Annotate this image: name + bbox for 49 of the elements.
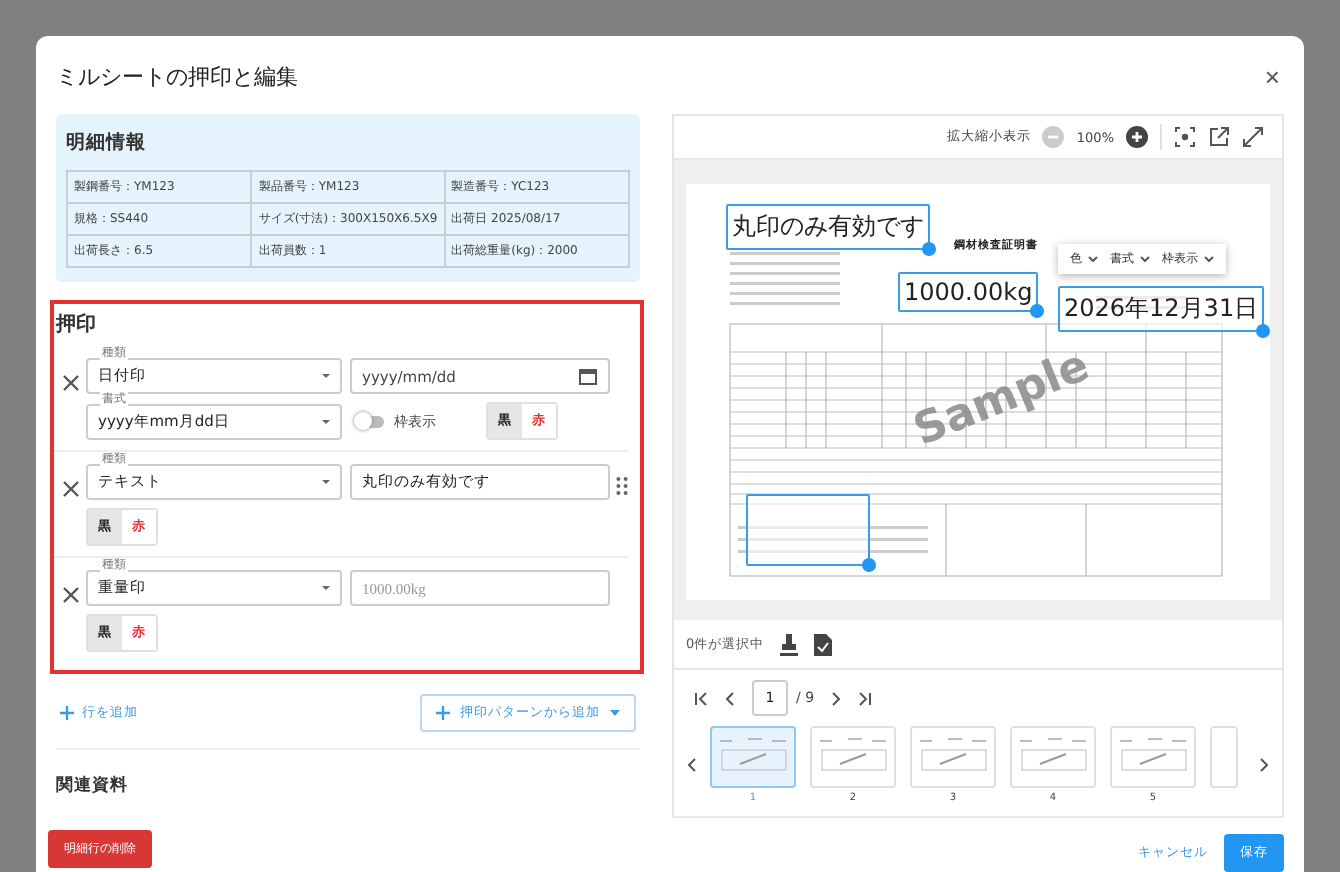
frame-toggle[interactable] xyxy=(358,415,384,427)
chevron-left-icon xyxy=(688,758,696,772)
stamp-overlay[interactable]: 1000.00kg xyxy=(898,272,1039,312)
calendar-icon xyxy=(578,366,598,386)
prev-page-button[interactable] xyxy=(726,691,734,705)
external-link-icon[interactable] xyxy=(1208,126,1230,148)
plus-icon xyxy=(60,706,74,720)
first-page-button[interactable] xyxy=(694,691,708,705)
caret-icon xyxy=(322,586,330,590)
drag-handle-icon[interactable] xyxy=(616,476,628,496)
caret-icon xyxy=(610,710,620,716)
scroll-left-button[interactable] xyxy=(682,758,702,772)
section-title: 関連資料 xyxy=(56,748,640,798)
close-icon xyxy=(61,480,79,498)
page-thumbnail[interactable] xyxy=(710,726,796,788)
next-page-button[interactable] xyxy=(832,691,841,705)
chevron-down-icon xyxy=(1140,256,1150,262)
dialog-title: ミルシートの押印と編集 xyxy=(56,61,298,91)
chevron-right-icon xyxy=(832,691,841,705)
focus-icon[interactable] xyxy=(1174,126,1196,148)
close-icon xyxy=(61,586,79,604)
page-thumbnail[interactable] xyxy=(910,726,996,788)
page-thumbnail[interactable] xyxy=(810,726,896,788)
document-check-icon[interactable] xyxy=(814,633,833,655)
caret-icon xyxy=(322,374,330,378)
page-thumbnail[interactable] xyxy=(1010,726,1096,788)
scroll-right-button[interactable] xyxy=(1254,758,1274,772)
stamp-overlay[interactable]: 2026年12月31日 xyxy=(1058,286,1265,332)
chevron-left-icon xyxy=(726,691,734,705)
chevron-down-icon xyxy=(1204,256,1214,262)
caret-icon xyxy=(322,419,330,423)
section-title: 明細情報 xyxy=(66,130,148,156)
chevron-right-icon xyxy=(1260,758,1268,772)
zoom-in-icon[interactable] xyxy=(1126,126,1148,148)
close-icon xyxy=(61,374,79,392)
first-page-icon xyxy=(694,691,708,705)
caret-icon xyxy=(322,480,330,484)
plus-icon xyxy=(436,706,450,720)
chevron-down-icon xyxy=(1088,256,1098,262)
last-page-icon xyxy=(858,691,873,705)
stamp-overlay[interactable] xyxy=(746,494,870,566)
stamp-overlay[interactable]: 丸印のみ有効です xyxy=(726,204,930,250)
section-title: 押印 xyxy=(56,311,98,338)
page-thumbnail[interactable] xyxy=(1110,726,1196,788)
expand-icon[interactable] xyxy=(1242,126,1264,148)
page-thumbnail[interactable] xyxy=(1210,726,1238,788)
last-page-button[interactable] xyxy=(858,691,873,705)
close-button[interactable]: × xyxy=(1264,61,1280,91)
stamp-icon[interactable] xyxy=(780,633,799,655)
